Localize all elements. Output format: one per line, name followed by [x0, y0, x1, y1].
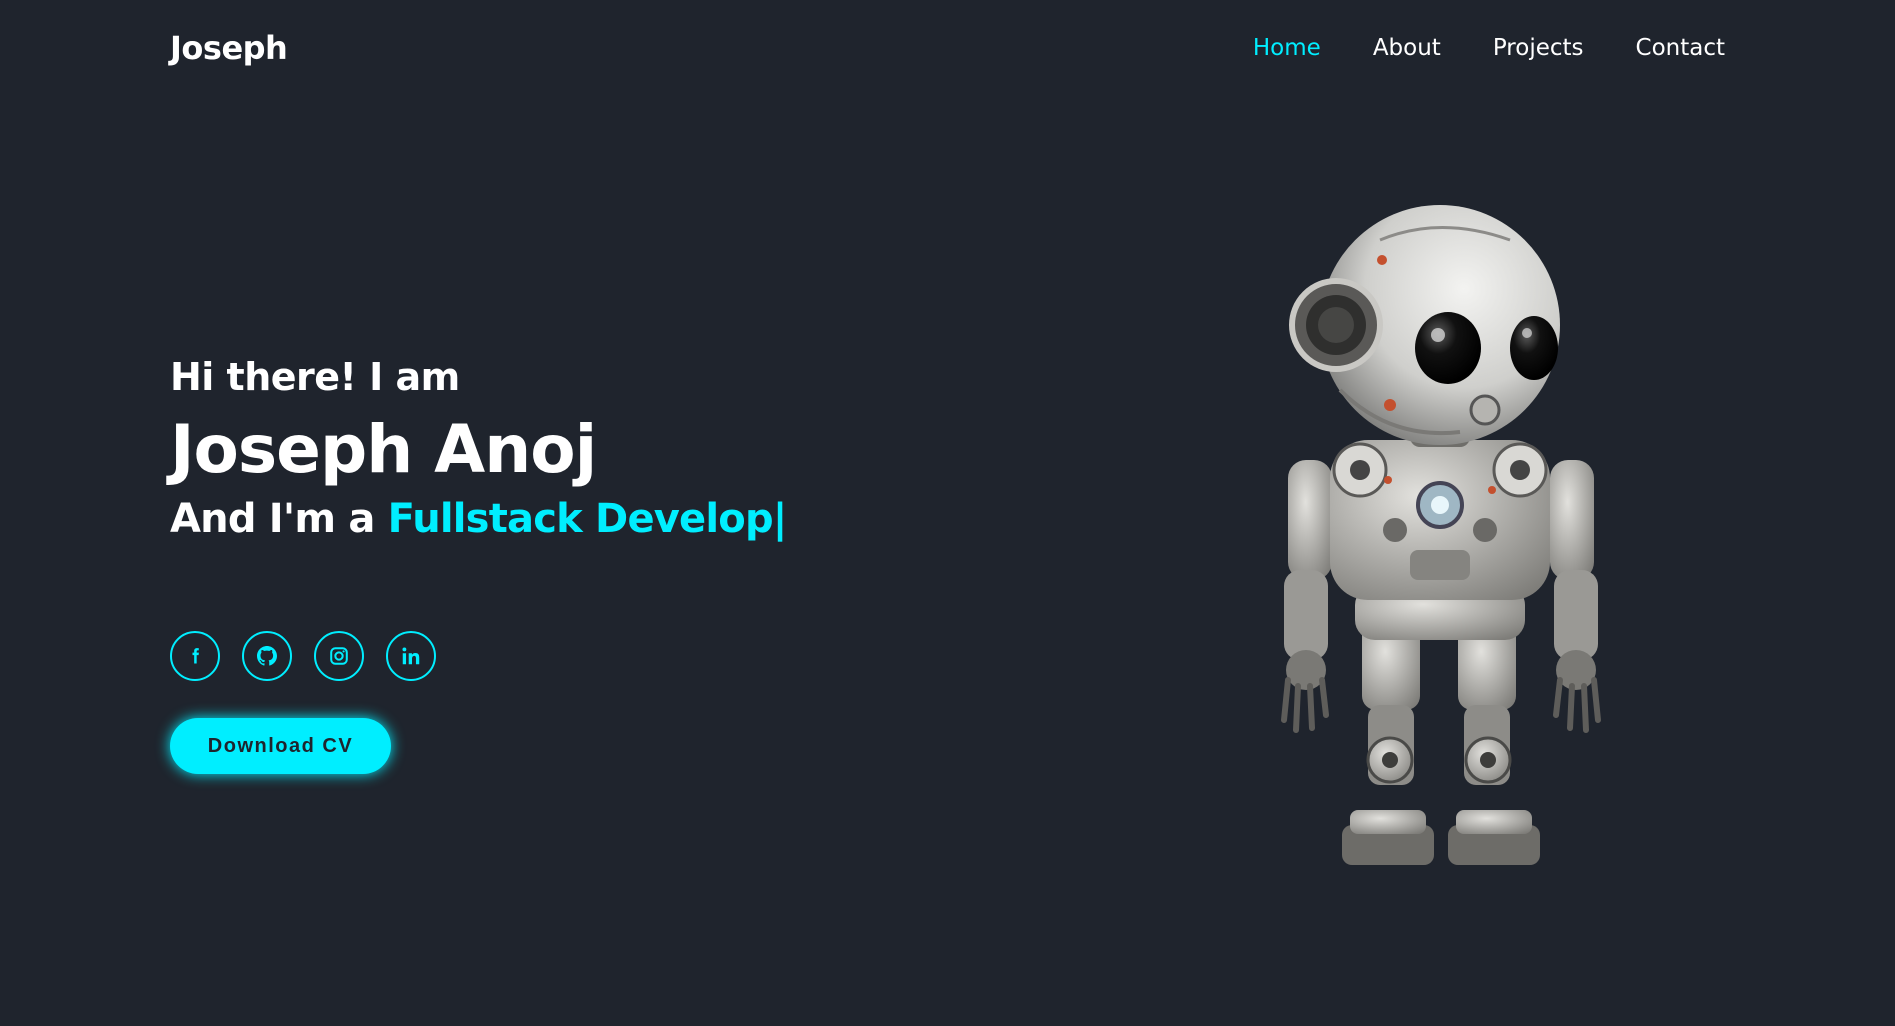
nav-about[interactable]: About — [1373, 35, 1441, 61]
role-prefix: And I'm a — [170, 496, 388, 543]
linkedin-icon — [402, 647, 420, 665]
nav-projects[interactable]: Projects — [1493, 35, 1584, 61]
robot-illustration — [1281, 205, 1601, 865]
github-link[interactable] — [242, 631, 292, 681]
main-nav: Home About Projects Contact — [1253, 35, 1725, 61]
nav-contact[interactable]: Contact — [1636, 35, 1725, 61]
github-icon — [257, 646, 277, 666]
instagram-link[interactable] — [314, 631, 364, 681]
facebook-icon — [192, 648, 199, 664]
hero-greeting: Hi there! I am — [170, 355, 460, 399]
linkedin-link[interactable] — [386, 631, 436, 681]
hero-text: Hi there! I am Joseph Anoj And I'm a Ful… — [170, 355, 787, 543]
role-typed: Fullstack Develop| — [387, 496, 788, 543]
page: Joseph Home About Projects Contact Hi th… — [0, 0, 1895, 1026]
facebook-link[interactable] — [170, 631, 220, 681]
social-links — [170, 631, 436, 681]
hero-name: Joseph Anoj — [170, 410, 597, 488]
instagram-icon — [330, 647, 348, 665]
download-cv-button[interactable]: Download CV — [170, 718, 391, 774]
logo[interactable]: Joseph — [170, 29, 288, 67]
site-header: Joseph Home About Projects Contact — [0, 0, 1895, 96]
nav-home[interactable]: Home — [1253, 35, 1321, 61]
hero-role: And I'm a Fullstack Develop| — [170, 495, 787, 543]
